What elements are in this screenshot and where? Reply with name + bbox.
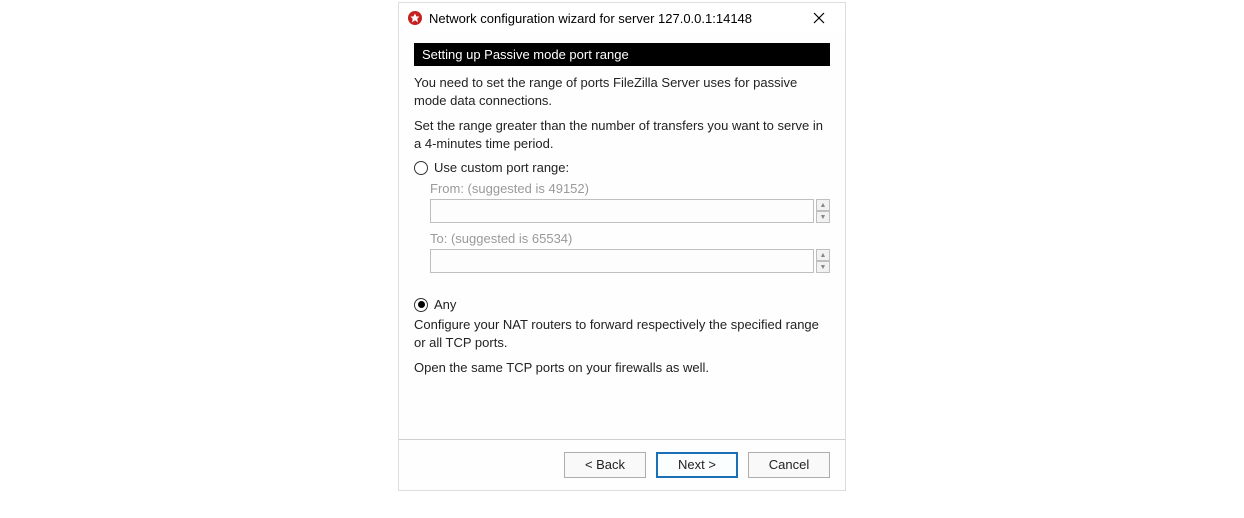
to-port-spin-down[interactable]: ▼ — [816, 261, 830, 273]
from-port-spin-buttons: ▲ ▼ — [816, 199, 830, 223]
from-port-field-group: From: (suggested is 49152) ▲ ▼ — [430, 181, 830, 223]
radio-custom-port-range[interactable]: Use custom port range: — [414, 160, 830, 175]
close-icon — [813, 12, 825, 24]
window-title: Network configuration wizard for server … — [429, 11, 801, 26]
titlebar: Network configuration wizard for server … — [399, 3, 845, 33]
chevron-down-icon: ▼ — [820, 264, 827, 271]
nat-note: Configure your NAT routers to forward re… — [414, 316, 830, 351]
from-port-input[interactable] — [430, 199, 814, 223]
from-port-spin-up[interactable]: ▲ — [816, 199, 830, 211]
from-port-spin-down[interactable]: ▼ — [816, 211, 830, 223]
from-port-label: From: (suggested is 49152) — [430, 181, 830, 196]
app-icon — [407, 10, 423, 26]
to-port-spin-buttons: ▲ ▼ — [816, 249, 830, 273]
back-button[interactable]: < Back — [564, 452, 646, 478]
section-heading: Setting up Passive mode port range — [414, 43, 830, 66]
to-port-label: To: (suggested is 65534) — [430, 231, 830, 246]
to-port-spin-up[interactable]: ▲ — [816, 249, 830, 261]
description-1: You need to set the range of ports FileZ… — [414, 74, 830, 109]
radio-icon — [414, 298, 428, 312]
wizard-dialog: Network configuration wizard for server … — [398, 2, 846, 491]
close-button[interactable] — [801, 4, 837, 32]
radio-custom-label: Use custom port range: — [434, 160, 569, 175]
cancel-button[interactable]: Cancel — [748, 452, 830, 478]
to-port-field-group: To: (suggested is 65534) ▲ ▼ — [430, 231, 830, 273]
chevron-down-icon: ▼ — [820, 214, 827, 221]
from-port-spinner: ▲ ▼ — [430, 199, 830, 223]
radio-any[interactable]: Any — [414, 297, 830, 312]
chevron-up-icon: ▲ — [820, 202, 827, 209]
to-port-input[interactable] — [430, 249, 814, 273]
description-2: Set the range greater than the number of… — [414, 117, 830, 152]
radio-any-label: Any — [434, 297, 456, 312]
footer-buttons: < Back Next > Cancel — [399, 439, 845, 490]
content-area: Setting up Passive mode port range You n… — [399, 33, 845, 377]
radio-icon — [414, 161, 428, 175]
firewall-note: Open the same TCP ports on your firewall… — [414, 359, 830, 377]
next-button[interactable]: Next > — [656, 452, 738, 478]
to-port-spinner: ▲ ▼ — [430, 249, 830, 273]
chevron-up-icon: ▲ — [820, 252, 827, 259]
